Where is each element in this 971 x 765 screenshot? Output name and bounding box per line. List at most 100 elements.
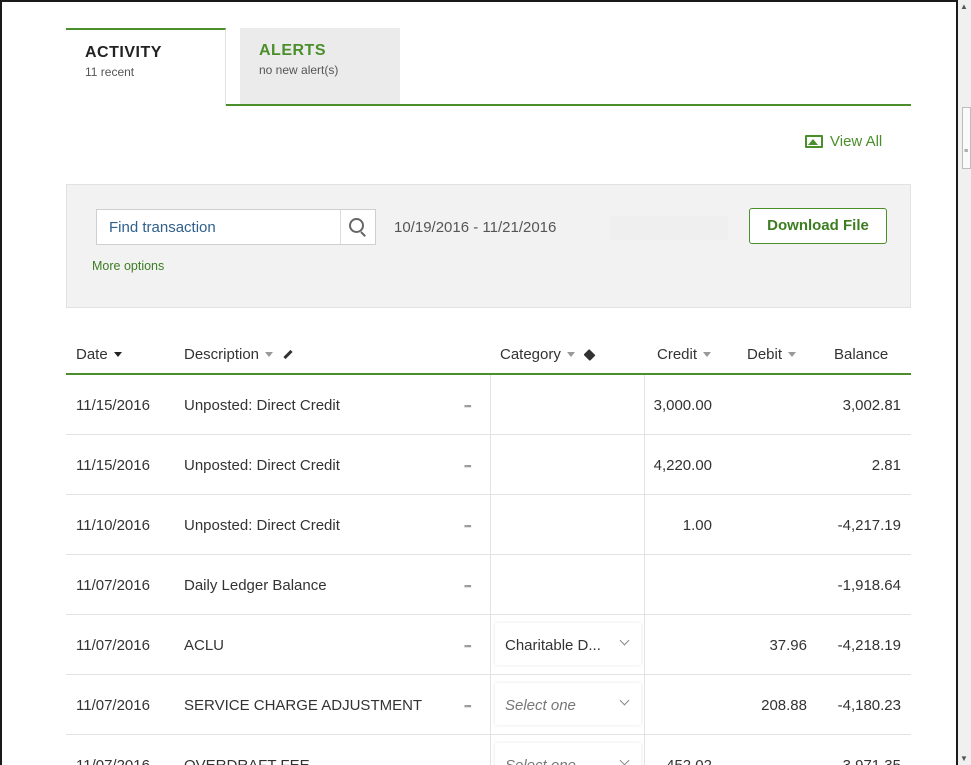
chevron-down-icon bbox=[788, 352, 797, 357]
category-select[interactable]: Charitable D... bbox=[495, 623, 641, 665]
row-debit: 208.88 bbox=[761, 697, 807, 714]
more-icon[interactable]: ▪▪▪ bbox=[464, 701, 472, 711]
row-category-cell: Select one bbox=[490, 735, 645, 765]
image-icon bbox=[805, 135, 823, 148]
scroll-down-icon[interactable]: ▼ bbox=[960, 754, 968, 763]
category-select[interactable]: Select one bbox=[495, 683, 641, 725]
row-description: Daily Ledger Balance bbox=[184, 577, 327, 594]
row-category-cell bbox=[490, 495, 645, 554]
chevron-down-icon bbox=[619, 635, 630, 646]
row-date: 11/10/2016 bbox=[76, 517, 150, 534]
row-credit: 1.00 bbox=[682, 517, 712, 534]
tag-icon[interactable] bbox=[583, 348, 596, 361]
transactions-table: Date Description Category Credit Debit B… bbox=[66, 334, 911, 765]
sort-desc-icon bbox=[113, 352, 122, 357]
tab-bar: ACTIVITY 11 recent ALERTS no new alert(s… bbox=[66, 28, 911, 106]
row-category-cell bbox=[490, 435, 645, 494]
chevron-down-icon bbox=[566, 352, 575, 357]
row-category-cell: Select one bbox=[490, 675, 645, 734]
table-row[interactable]: 11/15/2016 Unposted: Direct Credit ▪▪▪ 3,00… bbox=[66, 375, 911, 435]
row-balance: -4,217.19 bbox=[837, 517, 901, 534]
header-credit-label: Credit bbox=[657, 346, 698, 363]
header-category[interactable]: Category bbox=[500, 346, 596, 363]
row-debit: 37.96 bbox=[769, 637, 807, 654]
tab-activity[interactable]: ACTIVITY 11 recent bbox=[66, 28, 226, 106]
date-range-placeholder bbox=[610, 216, 728, 240]
row-category-cell: Charitable D... bbox=[490, 615, 645, 674]
more-icon[interactable]: ▪▪▪ bbox=[464, 521, 472, 531]
grip-icon: ≡ bbox=[964, 148, 969, 155]
download-file-button[interactable]: Download File bbox=[749, 208, 887, 244]
search-divider bbox=[340, 210, 341, 244]
row-date: 11/07/2016 bbox=[76, 757, 150, 765]
row-balance: -4,180.23 bbox=[837, 697, 901, 714]
scrollbar-thumb[interactable]: ≡ bbox=[962, 107, 971, 169]
header-debit[interactable]: Debit bbox=[747, 346, 797, 363]
view-all-link[interactable]: View All bbox=[805, 133, 882, 150]
header-description[interactable]: Description bbox=[184, 346, 293, 363]
row-description: Unposted: Direct Credit bbox=[184, 397, 340, 414]
search-box bbox=[96, 209, 376, 245]
row-balance: -1,918.64 bbox=[837, 577, 901, 594]
table-header: Date Description Category Credit Debit B… bbox=[66, 334, 911, 375]
more-icon[interactable]: ▪▪▪ bbox=[464, 581, 472, 591]
row-category-cell bbox=[490, 375, 645, 434]
row-balance: -3,971.35 bbox=[838, 757, 901, 765]
date-range[interactable]: 10/19/2016 - 11/21/2016 bbox=[394, 219, 556, 236]
header-credit[interactable]: Credit bbox=[657, 346, 712, 363]
header-date[interactable]: Date bbox=[76, 346, 122, 363]
more-options-link[interactable]: More options bbox=[92, 259, 164, 273]
table-row[interactable]: 11/10/2016 Unposted: Direct Credit ▪▪▪ 1.00… bbox=[66, 495, 911, 555]
row-category-cell bbox=[490, 555, 645, 614]
header-date-label: Date bbox=[76, 346, 108, 363]
table-row[interactable]: 11/07/2016 ACLU ▪▪▪ Charitable D... 37.96 -4,… bbox=[66, 615, 911, 675]
row-credit: 3,000.00 bbox=[653, 397, 712, 414]
row-description: Unposted: Direct Credit bbox=[184, 457, 340, 474]
row-date: 11/07/2016 bbox=[76, 637, 150, 654]
tab-activity-title: ACTIVITY bbox=[85, 44, 162, 61]
tab-alerts[interactable]: ALERTS no new alert(s) bbox=[240, 28, 400, 104]
row-description: SERVICE CHARGE ADJUSTMENT bbox=[184, 697, 423, 714]
tab-alerts-title: ALERTS bbox=[259, 42, 326, 59]
chevron-down-icon bbox=[619, 755, 630, 765]
more-icon[interactable]: ▪▪▪ bbox=[464, 641, 472, 651]
row-description: OVERDRAFT FEE bbox=[184, 757, 310, 765]
category-select[interactable]: Select one bbox=[495, 743, 641, 765]
row-credit: 452.02 bbox=[666, 757, 712, 765]
chevron-down-icon bbox=[703, 352, 712, 357]
header-balance-label: Balance bbox=[834, 346, 889, 363]
row-balance: 3,002.81 bbox=[842, 397, 901, 414]
more-icon[interactable]: ▪▪▪ bbox=[464, 761, 472, 765]
category-value: Select one bbox=[505, 757, 576, 765]
table-row[interactable]: 11/07/2016 Daily Ledger Balance ▪▪▪ -1,918.… bbox=[66, 555, 911, 615]
row-credit: 4,220.00 bbox=[653, 457, 712, 474]
pencil-icon[interactable] bbox=[283, 349, 293, 360]
chevron-down-icon bbox=[265, 352, 274, 357]
row-description: Unposted: Direct Credit bbox=[184, 517, 340, 534]
search-input[interactable] bbox=[97, 210, 349, 244]
category-value: Charitable D... bbox=[505, 637, 601, 654]
table-row[interactable]: 11/07/2016 SERVICE CHARGE ADJUSTMENT ▪▪▪ Se… bbox=[66, 675, 911, 735]
header-description-label: Description bbox=[184, 346, 260, 363]
more-icon[interactable]: ▪▪▪ bbox=[464, 461, 472, 471]
header-debit-label: Debit bbox=[747, 346, 783, 363]
row-balance: 2.81 bbox=[871, 457, 901, 474]
tab-alerts-subtitle: no new alert(s) bbox=[259, 63, 339, 77]
row-date: 11/15/2016 bbox=[76, 397, 150, 414]
chevron-down-icon bbox=[619, 695, 630, 706]
tab-activity-subtitle: 11 recent bbox=[85, 65, 135, 79]
scroll-up-icon[interactable]: ▲ bbox=[960, 2, 968, 11]
header-balance: Balance bbox=[834, 346, 888, 363]
search-icon[interactable] bbox=[349, 218, 364, 233]
table-row[interactable]: 11/07/2016 OVERDRAFT FEE ▪▪▪ Select one 452.… bbox=[66, 735, 911, 765]
table-row[interactable]: 11/15/2016 Unposted: Direct Credit ▪▪▪ 4,22… bbox=[66, 435, 911, 495]
category-value: Select one bbox=[505, 697, 576, 714]
vertical-scrollbar[interactable]: ▲ ≡ ▼ bbox=[958, 0, 971, 765]
row-date: 11/15/2016 bbox=[76, 457, 150, 474]
tab-underline bbox=[226, 104, 911, 106]
view-all-label: View All bbox=[830, 133, 883, 150]
filter-panel: 10/19/2016 - 11/21/2016 Download File Mo… bbox=[66, 184, 911, 308]
row-description: ACLU bbox=[184, 637, 225, 654]
row-date: 11/07/2016 bbox=[76, 697, 150, 714]
more-icon[interactable]: ▪▪▪ bbox=[464, 401, 472, 411]
